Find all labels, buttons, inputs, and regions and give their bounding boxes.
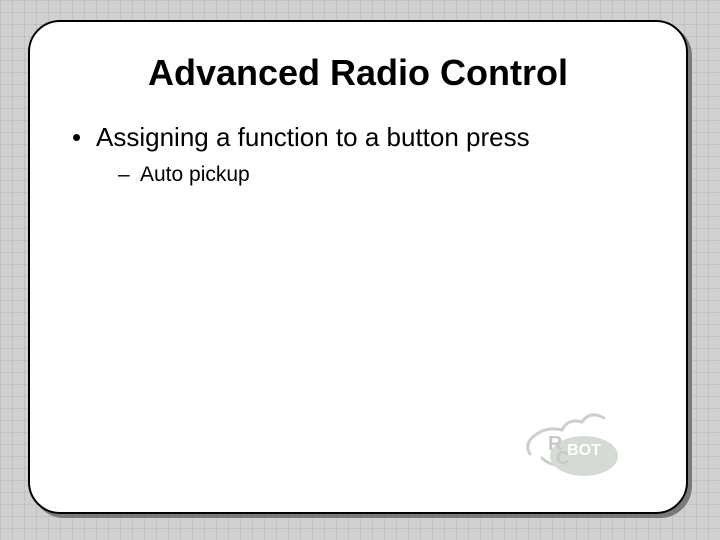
bullet-text: Assigning a function to a button press bbox=[96, 122, 530, 152]
sub-bullet-list: Auto pickup bbox=[96, 163, 652, 187]
rcbot-logo-icon: BOT R C bbox=[522, 408, 642, 482]
svg-text:BOT: BOT bbox=[567, 442, 601, 459]
slide-card: Advanced Radio Control Assigning a funct… bbox=[28, 20, 688, 514]
sub-bullet-item: Auto pickup bbox=[118, 163, 652, 187]
slide-title: Advanced Radio Control bbox=[64, 52, 652, 94]
sub-bullet-text: Auto pickup bbox=[140, 163, 250, 186]
svg-text:C: C bbox=[556, 448, 569, 468]
bullet-item: Assigning a function to a button press A… bbox=[72, 122, 652, 187]
bullet-list: Assigning a function to a button press A… bbox=[64, 122, 652, 187]
